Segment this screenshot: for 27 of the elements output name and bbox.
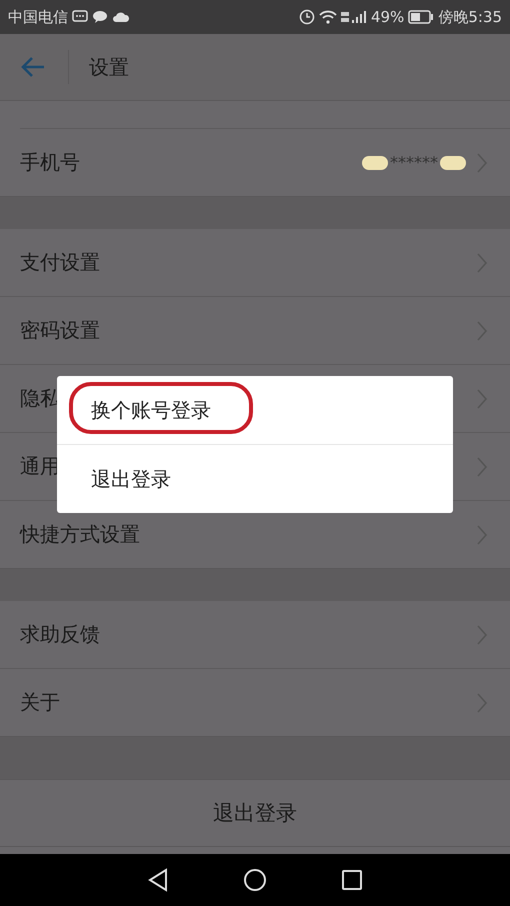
signal-icon bbox=[340, 10, 367, 24]
menu-item[interactable]: 换个账号登录 bbox=[91, 396, 211, 424]
wifi-icon bbox=[318, 10, 337, 24]
row-label: 手机号 bbox=[20, 149, 80, 176]
message-icon bbox=[72, 10, 88, 24]
recents-square-icon[interactable] bbox=[341, 869, 363, 891]
page-title: 设置 bbox=[89, 54, 129, 80]
cloud-icon bbox=[112, 11, 130, 23]
redaction-mark bbox=[440, 156, 466, 170]
row-label: 关于 bbox=[20, 689, 60, 716]
clock-icon bbox=[298, 9, 315, 25]
battery-percent: 49% bbox=[370, 8, 404, 26]
row-label: 求助反馈 bbox=[20, 621, 100, 648]
row-label: 快捷方式设置 bbox=[20, 521, 140, 548]
carrier-name: 中国电信 bbox=[8, 8, 68, 26]
logout-button[interactable]: 退出登录 bbox=[0, 779, 510, 847]
back-triangle-icon[interactable] bbox=[147, 868, 169, 892]
redaction-mark bbox=[362, 156, 388, 170]
home-circle-icon[interactable] bbox=[243, 868, 267, 892]
battery-icon bbox=[408, 10, 434, 24]
clock-time: 傍晚5:35 bbox=[438, 8, 502, 26]
row-label: 密码设置 bbox=[20, 317, 100, 344]
back-arrow-icon bbox=[20, 56, 46, 78]
phone-number: ****** bbox=[390, 153, 438, 172]
menu-item[interactable]: 退出登录 bbox=[91, 466, 171, 492]
chat-bubble-icon bbox=[92, 10, 108, 24]
row-label: 支付设置 bbox=[20, 249, 100, 276]
